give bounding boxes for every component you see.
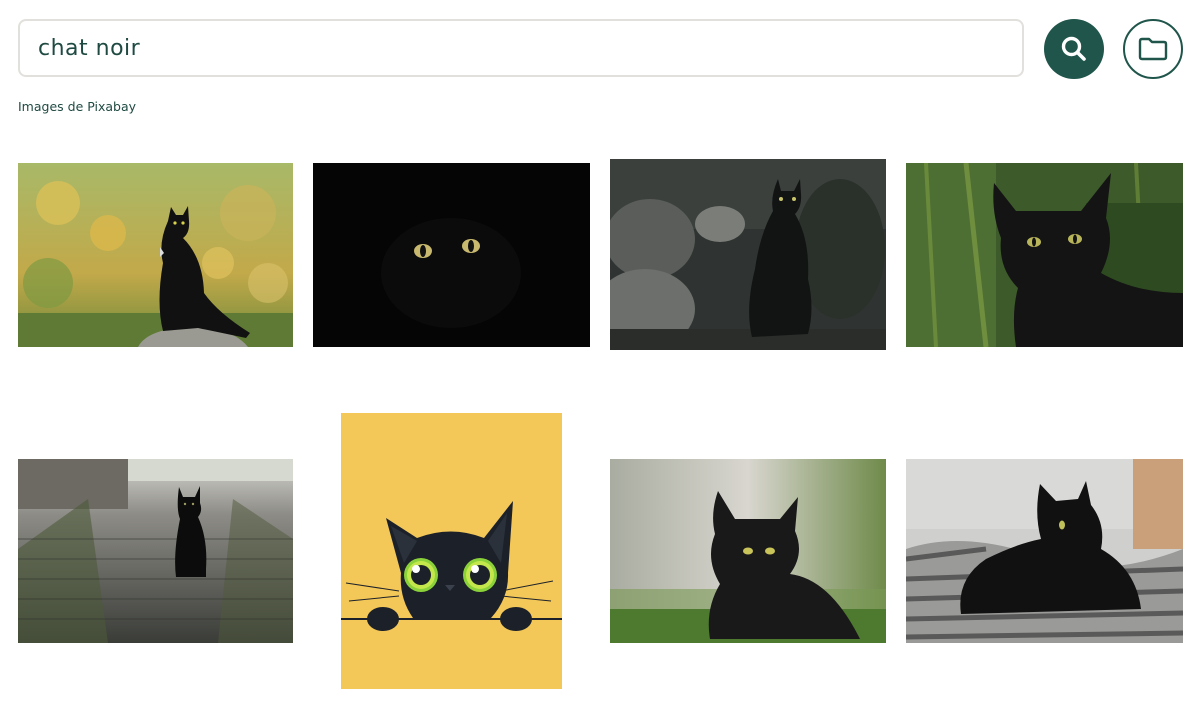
search-button[interactable] [1044,19,1104,79]
black-cat-on-rock-image [18,163,293,347]
result-image[interactable] [610,159,886,350]
black-cat-among-rocks-image [610,159,886,350]
result-image[interactable] [906,163,1183,347]
result-image[interactable] [18,459,293,643]
black-cat-on-blanket-image [906,459,1183,643]
result-image[interactable] [18,163,293,347]
search-input[interactable] [38,35,1004,61]
result-image[interactable] [610,459,886,643]
black-cat-in-grass-image [610,459,886,643]
search-bar [18,19,1024,77]
folder-icon [1138,37,1168,61]
black-cat-portrait-image [906,163,1183,347]
result-image[interactable] [313,163,590,347]
source-label: Images de Pixabay [18,99,137,114]
result-image[interactable] [341,413,562,689]
black-cat-in-dark-image [313,163,590,347]
cartoon-black-cat-image [341,413,562,689]
result-image[interactable] [906,459,1183,643]
folder-button[interactable] [1123,19,1183,79]
black-kitten-on-path-image [18,459,293,643]
search-icon [1061,36,1086,61]
